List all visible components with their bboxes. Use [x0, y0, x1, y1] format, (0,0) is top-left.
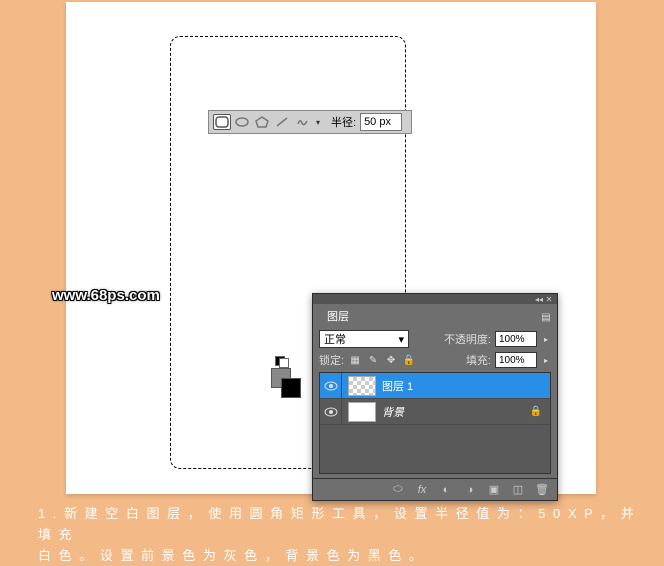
visibility-icon[interactable] [320, 399, 342, 425]
fill-input[interactable]: 100% [495, 352, 537, 368]
opacity-input[interactable]: 100% [495, 331, 537, 347]
tab-layers[interactable]: 图层 [317, 306, 359, 324]
layers-list: 图层 1 背景 🔒 [319, 372, 551, 474]
layer-thumbnail[interactable] [348, 376, 376, 396]
visibility-icon[interactable] [320, 373, 342, 399]
line-icon[interactable] [273, 114, 291, 130]
blend-mode-value: 正常 [324, 331, 346, 347]
layer-row[interactable]: 背景 🔒 [320, 399, 550, 425]
lock-all-icon[interactable]: 🔒 [402, 353, 416, 367]
panel-titlebar[interactable]: ◂◂ ✕ [313, 294, 557, 304]
opacity-label: 不透明度: [444, 331, 491, 347]
layer-mask-icon[interactable]: ◐ [439, 483, 453, 497]
lock-label: 锁定: [319, 352, 344, 368]
ellipse-icon[interactable] [233, 114, 251, 130]
lock-transparency-icon[interactable]: ▦ [348, 353, 362, 367]
rounded-rect-icon[interactable] [213, 114, 231, 130]
fill-arrow-icon[interactable]: ▸ [541, 352, 551, 368]
watermark: www.68ps.com [52, 287, 160, 304]
panel-body: 正常 ▾ 不透明度: 100% ▸ 锁定: ▦ ✎ ✥ 🔒 填充: 100% ▸… [313, 324, 557, 478]
adjustment-layer-icon[interactable]: ◑ [463, 483, 477, 497]
layer-group-icon[interactable]: ▣ [487, 483, 501, 497]
lock-position-icon[interactable]: ✥ [384, 353, 398, 367]
panel-footer: ⬭ fx ◐ ◑ ▣ ◫ 🗑 [313, 478, 557, 500]
custom-shape-icon[interactable] [293, 114, 311, 130]
caption-line-1: 1 . 新 建 空 白 图 层 ， 使 用 圆 角 矩 形 工 具 ， 设 置 … [38, 504, 644, 546]
delete-layer-icon[interactable]: 🗑 [535, 483, 549, 497]
close-icon[interactable]: ✕ [545, 296, 553, 303]
shape-dropdown-icon[interactable]: ▾ [313, 113, 323, 131]
new-layer-icon[interactable]: ◫ [511, 483, 525, 497]
panel-tabs: 图层 ▤ [313, 304, 557, 324]
shape-options-toolbar: ▾ 半径: 50 px [208, 110, 412, 134]
lock-icon: 🔒 [530, 406, 542, 418]
color-swatches [271, 356, 303, 396]
polygon-icon[interactable] [253, 114, 271, 130]
panel-menu-icon[interactable]: ▤ [539, 310, 553, 324]
collapse-icon[interactable]: ◂◂ [535, 296, 543, 303]
layer-name: 背景 [382, 404, 404, 420]
link-layers-icon[interactable]: ⬭ [391, 483, 405, 497]
opacity-arrow-icon[interactable]: ▸ [541, 331, 551, 347]
instruction-caption: 1 . 新 建 空 白 图 层 ， 使 用 圆 角 矩 形 工 具 ， 设 置 … [38, 504, 644, 566]
layers-panel: ◂◂ ✕ 图层 ▤ 正常 ▾ 不透明度: 100% ▸ 锁定: ▦ ✎ ✥ 🔒 … [312, 293, 558, 501]
layer-effects-icon[interactable]: fx [415, 483, 429, 497]
caption-line-2: 白 色 。 设 置 前 景 色 为 灰 色 ， 背 景 色 为 黑 色 。 [38, 546, 644, 566]
blend-mode-select[interactable]: 正常 ▾ [319, 330, 409, 348]
layer-name: 图层 1 [382, 378, 413, 394]
lock-pixels-icon[interactable]: ✎ [366, 353, 380, 367]
background-color[interactable] [281, 378, 301, 398]
layer-row[interactable]: 图层 1 [320, 373, 550, 399]
fill-label: 填充: [466, 352, 491, 368]
layers-empty-area [320, 425, 550, 473]
radius-label: 半径: [331, 114, 356, 130]
chevron-down-icon: ▾ [398, 333, 404, 346]
swap-colors-icon[interactable] [275, 356, 289, 366]
layer-thumbnail[interactable] [348, 402, 376, 422]
radius-input[interactable]: 50 px [360, 113, 402, 131]
